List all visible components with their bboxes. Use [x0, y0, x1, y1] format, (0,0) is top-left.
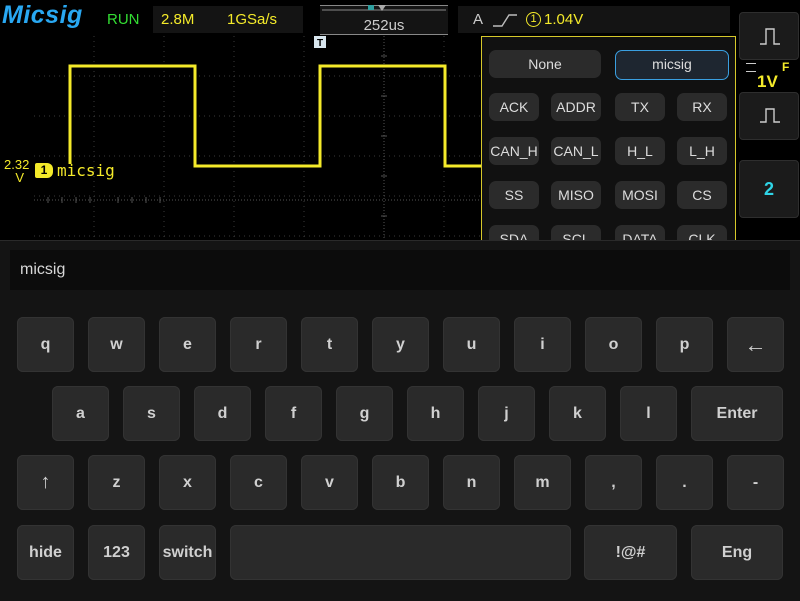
key-q[interactable]: q — [17, 317, 74, 372]
key-switch[interactable]: switch — [159, 525, 216, 580]
key-g[interactable]: g — [336, 386, 393, 441]
label-preset-addr[interactable]: ADDR — [551, 93, 601, 121]
key-hide[interactable]: hide — [17, 525, 74, 580]
channel1-flag: F — [782, 60, 790, 74]
timebase-box[interactable]: 252us — [320, 5, 448, 35]
rising-edge-icon — [493, 14, 517, 27]
micsig-logo: Micsig — [2, 1, 83, 29]
key-v[interactable]: v — [301, 455, 358, 510]
key-u[interactable]: u — [443, 317, 500, 372]
trigger-marker-text: T — [317, 38, 323, 49]
key-symbols[interactable]: !@# — [584, 525, 677, 580]
key-w[interactable]: w — [88, 317, 145, 372]
trigger-info[interactable]: A 1 1.04V — [458, 6, 730, 33]
label-preset-can-h[interactable]: CAN_H — [489, 137, 539, 165]
label-preset-tx[interactable]: TX — [615, 93, 665, 121]
time-position-indicator — [322, 5, 446, 11]
label-preset-mosi[interactable]: MOSI — [615, 181, 665, 209]
key-h[interactable]: h — [407, 386, 464, 441]
key-enter[interactable]: Enter — [691, 386, 783, 441]
bandwidth-icon — [746, 63, 756, 72]
key-dash[interactable]: - — [727, 455, 784, 510]
label-preset-l-h[interactable]: L_H — [677, 137, 727, 165]
key-t[interactable]: t — [301, 317, 358, 372]
trigger-falling-button[interactable] — [739, 92, 799, 140]
key-123[interactable]: 123 — [88, 525, 145, 580]
on-screen-keyboard: qwertyuiop ← asdfghjkl Enter ↑ zxcvbnm,.- hide… — [0, 240, 800, 601]
rising-pulse-icon — [760, 28, 780, 45]
key-f[interactable]: f — [265, 386, 322, 441]
channel1-label: micsig — [57, 161, 115, 180]
key-l[interactable]: l — [620, 386, 677, 441]
key-m[interactable]: m — [514, 455, 571, 510]
key-comma[interactable]: , — [585, 455, 642, 510]
key-x[interactable]: x — [159, 455, 216, 510]
key-d[interactable]: d — [194, 386, 251, 441]
key-backspace[interactable]: ← — [727, 317, 784, 372]
trigger-rising-button[interactable] — [739, 12, 799, 60]
channel1-marker[interactable]: 1 — [35, 163, 53, 178]
trigger-channel-badge: 1 — [526, 12, 541, 27]
key-r[interactable]: r — [230, 317, 287, 372]
label-preset-h-l[interactable]: H_L — [615, 137, 665, 165]
falling-pulse-icon — [760, 108, 780, 123]
label-preset-can-l[interactable]: CAN_L — [551, 137, 601, 165]
key-j[interactable]: j — [478, 386, 535, 441]
key-eng[interactable]: Eng — [691, 525, 783, 580]
key-z[interactable]: z — [88, 455, 145, 510]
key-o[interactable]: o — [585, 317, 642, 372]
timebase-value: 252us — [363, 17, 405, 34]
label-text-input[interactable] — [10, 250, 790, 290]
channel-label-popup: None micsig ACK ADDR TX RX CAN_H CAN_L H_L L_H S… — [481, 36, 736, 248]
trigger-source: A — [473, 11, 484, 28]
label-preset-ack[interactable]: ACK — [489, 93, 539, 121]
label-none-button[interactable]: None — [489, 50, 601, 78]
channel1-scale-value: 1V — [757, 72, 778, 91]
key-shift[interactable]: ↑ — [17, 455, 74, 510]
acquisition-info[interactable]: 2.8M 1GSa/s — [153, 6, 303, 33]
label-preset-miso[interactable]: MISO — [551, 181, 601, 209]
key-a[interactable]: a — [52, 386, 109, 441]
channel2-button[interactable]: 2 — [739, 160, 799, 218]
trigger-marker[interactable]: T — [314, 36, 326, 49]
channel1-offset-unit: V — [15, 170, 24, 185]
key-b[interactable]: b — [372, 455, 429, 510]
label-preset-rx[interactable]: RX — [677, 93, 727, 121]
key-s[interactable]: s — [123, 386, 180, 441]
run-status[interactable]: RUN — [107, 11, 140, 28]
key-k[interactable]: k — [549, 386, 606, 441]
memory-depth: 2.8M — [161, 11, 195, 28]
label-preset-cs[interactable]: CS — [677, 181, 727, 209]
key-e[interactable]: e — [159, 317, 216, 372]
key-period[interactable]: . — [656, 455, 713, 510]
key-c[interactable]: c — [230, 455, 287, 510]
channel1-scale[interactable]: F 1V — [741, 58, 797, 91]
trigger-level: 1.04V — [544, 11, 584, 28]
label-preset-ss[interactable]: SS — [489, 181, 539, 209]
key-space[interactable] — [230, 525, 571, 580]
key-n[interactable]: n — [443, 455, 500, 510]
channel1-offset: 2.32 V — [4, 158, 29, 184]
key-p[interactable]: p — [656, 317, 713, 372]
label-custom-button[interactable]: micsig — [615, 50, 729, 80]
sample-rate: 1GSa/s — [227, 11, 278, 28]
key-i[interactable]: i — [514, 317, 571, 372]
key-y[interactable]: y — [372, 317, 429, 372]
